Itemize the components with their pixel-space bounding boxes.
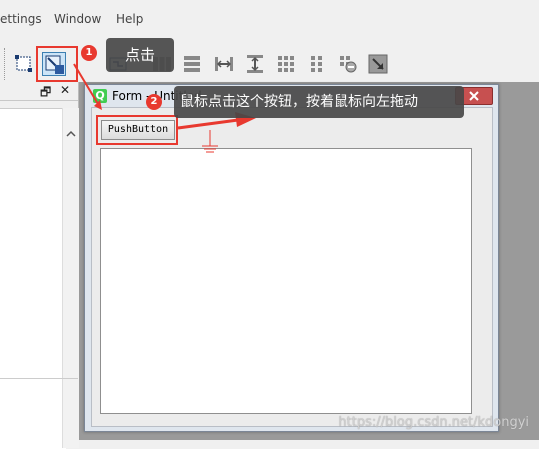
- close-icon: [469, 91, 479, 101]
- menu-settings[interactable]: ettings: [0, 12, 42, 26]
- step2-badge: 2: [146, 94, 162, 110]
- layout-container[interactable]: [100, 148, 472, 414]
- left-dock-panel: 🗗 ✕: [0, 82, 79, 449]
- dock-divider: [0, 378, 78, 379]
- edit-widgets-button[interactable]: [12, 52, 36, 76]
- step1-badge: 1: [81, 45, 97, 61]
- menu-window[interactable]: Window: [54, 12, 101, 26]
- dock-close-icon[interactable]: ✕: [60, 83, 70, 97]
- layout-form-icon: [311, 56, 322, 72]
- step2-tooltip: 鼠标点击这个按钮，按着鼠标向左拖动: [174, 86, 464, 118]
- watermark: https://blog.csdn.net/kdongyi: [338, 415, 529, 430]
- dock-float-icon[interactable]: 🗗: [40, 83, 51, 104]
- dock-title-bar: 🗗 ✕: [0, 82, 78, 101]
- menu-help[interactable]: Help: [116, 12, 143, 26]
- menubar: ettings Window Help: [0, 0, 539, 26]
- adjust-size-icon: [368, 54, 388, 74]
- dock-list[interactable]: [0, 108, 66, 449]
- break-layout-icon: [340, 56, 357, 73]
- break-layout-button[interactable]: [336, 52, 360, 76]
- edit-widgets-icon: [15, 55, 32, 72]
- layout-form-button[interactable]: [305, 52, 329, 76]
- adjust-size-button[interactable]: [366, 52, 390, 76]
- toolbar-grip: [4, 48, 7, 80]
- step1-tooltip: 点击: [106, 38, 174, 72]
